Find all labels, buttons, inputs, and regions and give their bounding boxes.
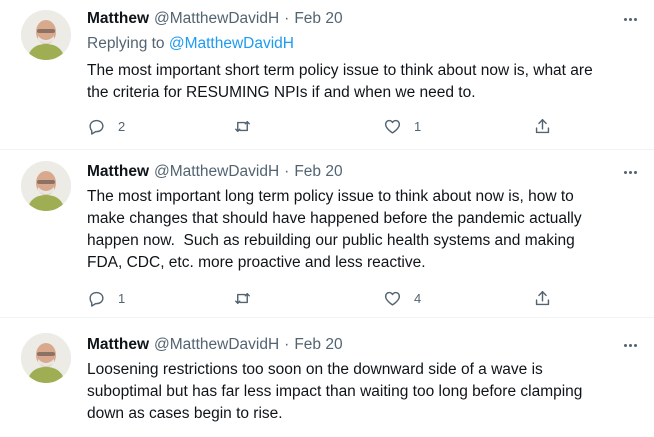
more-dots-icon[interactable] — [618, 335, 642, 355]
tweet-date[interactable]: Feb 20 — [294, 163, 342, 181]
retweet-icon — [235, 292, 250, 304]
share-icon — [535, 118, 550, 133]
more-dots-icon[interactable] — [618, 162, 642, 182]
avatar[interactable] — [21, 333, 71, 383]
separator-dot: · — [284, 163, 290, 180]
tweet[interactable]: Matthew @MatthewDavidH · Feb 20 Loosenin… — [0, 319, 654, 437]
reply-count: 2 — [118, 118, 126, 134]
separator-dot: · — [284, 336, 290, 353]
author-name[interactable]: Matthew — [87, 163, 149, 181]
heart-icon — [384, 119, 401, 134]
reply-button[interactable]: 2 — [87, 115, 125, 137]
avatar[interactable] — [21, 10, 71, 60]
author-handle[interactable]: @MatthewDavidH — [154, 336, 279, 354]
author-handle[interactable]: @MatthewDavidH — [154, 10, 279, 28]
tweet-actions: 1 4 — [87, 287, 557, 309]
avatar[interactable] — [21, 161, 71, 211]
reply-button[interactable]: 1 — [87, 287, 125, 309]
tweet-date[interactable]: Feb 20 — [294, 10, 342, 28]
retweet-button[interactable] — [233, 287, 264, 309]
tweet-text: Loosening restrictions too soon on the d… — [87, 361, 583, 422]
author-handle[interactable]: @MatthewDavidH — [154, 163, 279, 181]
like-button[interactable]: 4 — [383, 287, 421, 309]
tweet-text: The most important short term policy iss… — [87, 62, 593, 101]
share-button[interactable] — [533, 115, 552, 137]
like-button[interactable]: 1 — [383, 115, 421, 137]
replying-to-line: Replying to @MatthewDavidH — [87, 34, 642, 54]
author-name[interactable]: Matthew — [87, 336, 149, 354]
share-button[interactable] — [533, 287, 552, 309]
tweet-actions: 2 1 — [87, 115, 557, 137]
retweet-button[interactable] — [233, 115, 264, 137]
heart-icon — [384, 291, 401, 306]
tweet-text: The most important long term policy issu… — [87, 188, 582, 271]
tweet-date[interactable]: Feb 20 — [294, 336, 342, 354]
share-icon — [535, 290, 550, 305]
tweet[interactable]: Matthew @MatthewDavidH · Feb 20 Replying… — [0, 0, 654, 150]
replying-prefix: Replying to — [87, 35, 169, 52]
replying-to-mention[interactable]: @MatthewDavidH — [169, 35, 294, 52]
reply-count: 1 — [118, 290, 126, 306]
reply-icon — [89, 119, 104, 135]
retweet-icon — [235, 120, 250, 132]
separator-dot: · — [284, 10, 290, 27]
author-name[interactable]: Matthew — [87, 10, 149, 28]
tweet[interactable]: Matthew @MatthewDavidH · Feb 20 The most… — [0, 151, 654, 318]
like-count: 4 — [414, 290, 422, 306]
reply-icon — [89, 291, 104, 307]
more-dots-icon[interactable] — [618, 9, 642, 29]
like-count: 1 — [414, 118, 422, 134]
